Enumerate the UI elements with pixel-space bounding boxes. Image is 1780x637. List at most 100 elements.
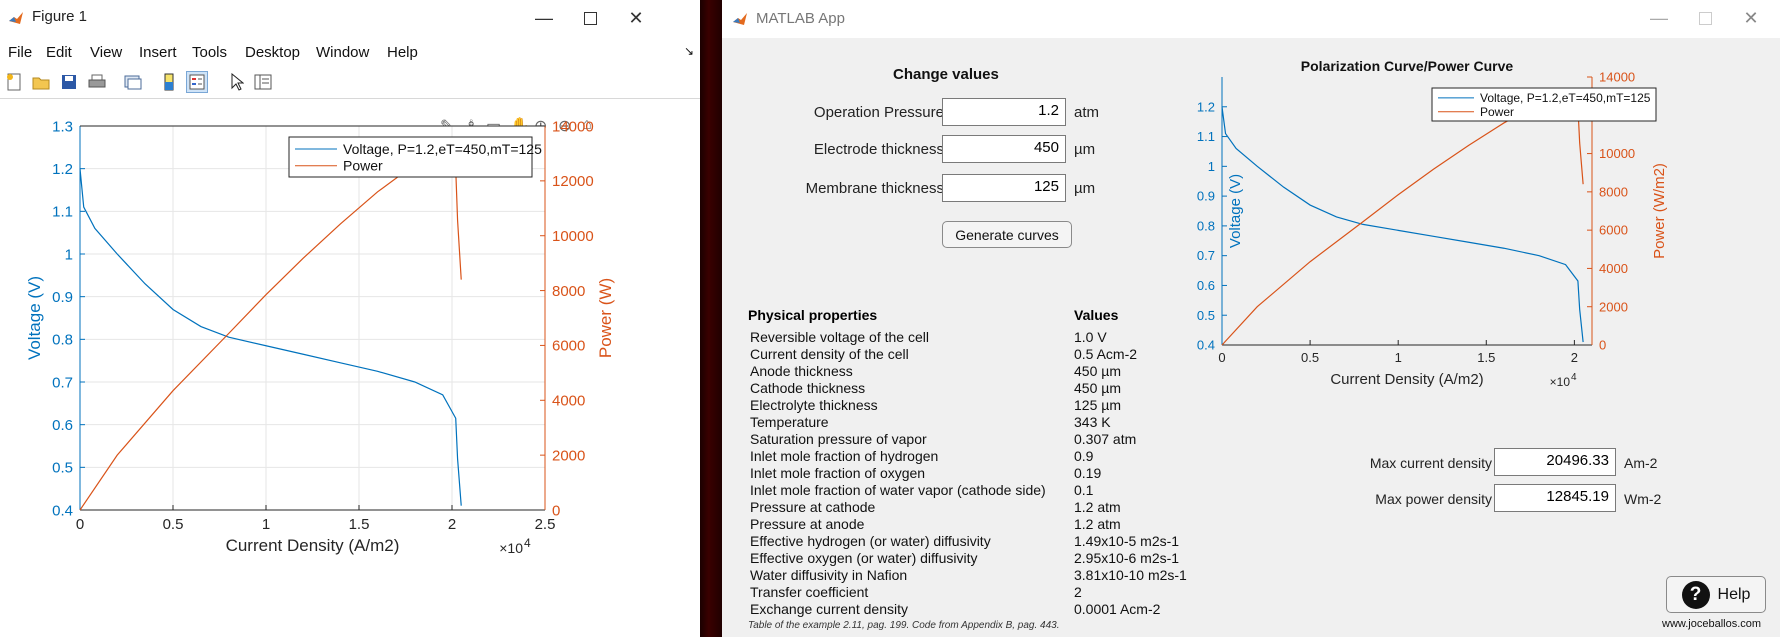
y-left-tick-label: 0.9 [52, 289, 73, 306]
menu-file[interactable]: File [8, 44, 32, 61]
y-right-tick-label: 10000 [552, 228, 594, 245]
legend-power-label: Power [343, 158, 383, 174]
app-title: MATLAB App [756, 10, 845, 27]
plot-area [80, 126, 545, 510]
x-tick-label: 0.5 [163, 516, 184, 533]
property-name: Cathode thickness [750, 380, 866, 396]
menu-view[interactable]: View [90, 44, 122, 61]
property-value: 343 K [1074, 414, 1111, 430]
max-power-field[interactable]: 12845.19 [1494, 484, 1616, 512]
figure-titlebar: Figure 1 — ✕ [0, 0, 700, 36]
property-name: Transfer coefficient [750, 584, 869, 600]
y-left-tick-label: 1.3 [52, 118, 73, 135]
y-left-tick-label: 1.2 [52, 161, 73, 178]
max-power-unit: Wm-2 [1624, 491, 1662, 507]
property-name: Electrolyte thickness [750, 397, 878, 413]
app-titlebar: MATLAB App — ✕ [722, 0, 1780, 38]
y-right-tick-label: 10000 [1599, 146, 1635, 161]
figure-chart: 0 0.5 1 1.5 2 2.50.40.50.60.70.80.911.11.21.3… [25, 118, 615, 556]
y-left-tick-label: 0.8 [52, 332, 73, 349]
property-name: Temperature [750, 414, 829, 430]
x-exponent: ×10 [499, 540, 523, 556]
save-icon[interactable] [58, 71, 80, 93]
x-exponent-power: 4 [1571, 372, 1577, 383]
new-file-icon[interactable] [3, 71, 25, 93]
pointer-icon[interactable] [226, 71, 248, 93]
link-icon[interactable] [122, 71, 144, 93]
close-icon: ✕ [628, 7, 644, 28]
pressure-input[interactable]: 1.2 [942, 98, 1066, 126]
app-maximize-button[interactable] [1682, 0, 1728, 36]
menu-insert[interactable]: Insert [139, 44, 177, 61]
help-button[interactable]: ? Help [1666, 576, 1766, 613]
open-folder-icon[interactable] [30, 71, 52, 93]
y-left-tick-label: 0.9 [1197, 189, 1215, 204]
y-right-tick-label: 14000 [552, 118, 594, 135]
app-minimize-button[interactable]: — [1636, 0, 1682, 36]
legend-voltage-label: Voltage, P=1.2,eT=450,mT=125 [1480, 91, 1651, 105]
window-title: Figure 1 [32, 8, 88, 25]
x-tick-label: 1.5 [349, 516, 370, 533]
x-axis-label: Current Density (A/m2) [1330, 371, 1483, 388]
app-chart: 0 0.5 1 1.5 2 0.4 0.5 0.6 0.7 0.8 0.9 1 1.1 1.2 0 2000 4… [1197, 58, 1668, 389]
y-right-label: Power (W) [596, 278, 615, 358]
website-link[interactable]: www.joceballos.com [1662, 618, 1761, 630]
y-left-tick-label: 0.7 [52, 374, 73, 391]
max-current-field[interactable]: 20496.33 [1494, 448, 1616, 476]
background-strip [700, 0, 722, 637]
x-tick-label: 1.5 [1477, 350, 1495, 365]
power-line [1221, 94, 1584, 346]
property-value: 1.0 V [1074, 329, 1107, 345]
membrane-input[interactable]: 125 [942, 174, 1066, 202]
property-name: Inlet mole fraction of hydrogen [750, 448, 939, 464]
max-current-unit: Am-2 [1624, 455, 1658, 471]
y-right-tick-label: 2000 [1599, 299, 1628, 314]
minimize-button[interactable]: — [521, 0, 567, 36]
app-close-button[interactable]: ✕ [1728, 0, 1774, 36]
dock-arrow-icon[interactable]: ↘ [684, 44, 694, 58]
y-right-tick-label: 0 [552, 502, 560, 519]
y-left-tick-label: 1.1 [1197, 129, 1215, 144]
x-exponent: ×10 [1550, 375, 1571, 389]
menu-desktop[interactable]: Desktop [245, 44, 300, 61]
property-value: 1.2 atm [1074, 499, 1121, 515]
menu-edit[interactable]: Edit [46, 44, 72, 61]
property-name: Inlet mole fraction of oxygen [750, 465, 926, 481]
legend-voltage-label: Voltage, P=1.2,eT=450,mT=125 [343, 141, 542, 157]
electrode-input[interactable]: 450 [942, 135, 1066, 163]
y-right-tick-label: 0 [1599, 338, 1606, 353]
properties-table: Reversible voltage of the cell 1.0 V Curre… [750, 329, 1230, 619]
print-icon[interactable] [86, 71, 108, 93]
menu-help[interactable]: Help [387, 44, 418, 61]
property-value: 0.9 [1074, 448, 1094, 464]
y-left-tick-label: 0.6 [1197, 278, 1215, 293]
property-value: 450 µm [1074, 380, 1121, 396]
x-tick-label: 1 [1395, 350, 1402, 365]
menu-tools[interactable]: Tools [192, 44, 227, 61]
y-left-tick-label: 1 [65, 246, 73, 263]
maximize-icon [1698, 11, 1712, 25]
help-icon: ? [1681, 580, 1710, 609]
generate-curves-button[interactable]: Generate curves [942, 221, 1072, 248]
y-right-tick-label: 12000 [552, 173, 594, 190]
y-left-tick-label: 0.5 [52, 460, 73, 477]
electrode-unit: µm [1074, 141, 1096, 158]
close-button[interactable]: ✕ [613, 0, 659, 36]
y-right-tick-label: 8000 [1599, 184, 1628, 199]
y-left-tick-label: 0.7 [1197, 248, 1215, 263]
y-left-tick-label: 1 [1208, 159, 1215, 174]
y-right-tick-label: 6000 [1599, 223, 1628, 238]
x-tick-label: 2 [1571, 350, 1578, 365]
y-right-tick-label: 4000 [552, 393, 585, 410]
maximize-button[interactable] [567, 0, 613, 36]
y-right-tick-label: 8000 [552, 283, 585, 300]
property-editor-icon[interactable] [252, 71, 274, 93]
property-value: 450 µm [1074, 363, 1121, 379]
legend-icon[interactable] [186, 71, 208, 93]
colorbar-icon[interactable] [158, 71, 180, 93]
y-left-tick-label: 0.8 [1197, 218, 1215, 233]
menu-window[interactable]: Window [316, 44, 369, 61]
y-right-tick-label: 6000 [552, 338, 585, 355]
y-left-tick-label: 0.4 [1197, 338, 1215, 353]
values-header: Values [1074, 307, 1119, 323]
